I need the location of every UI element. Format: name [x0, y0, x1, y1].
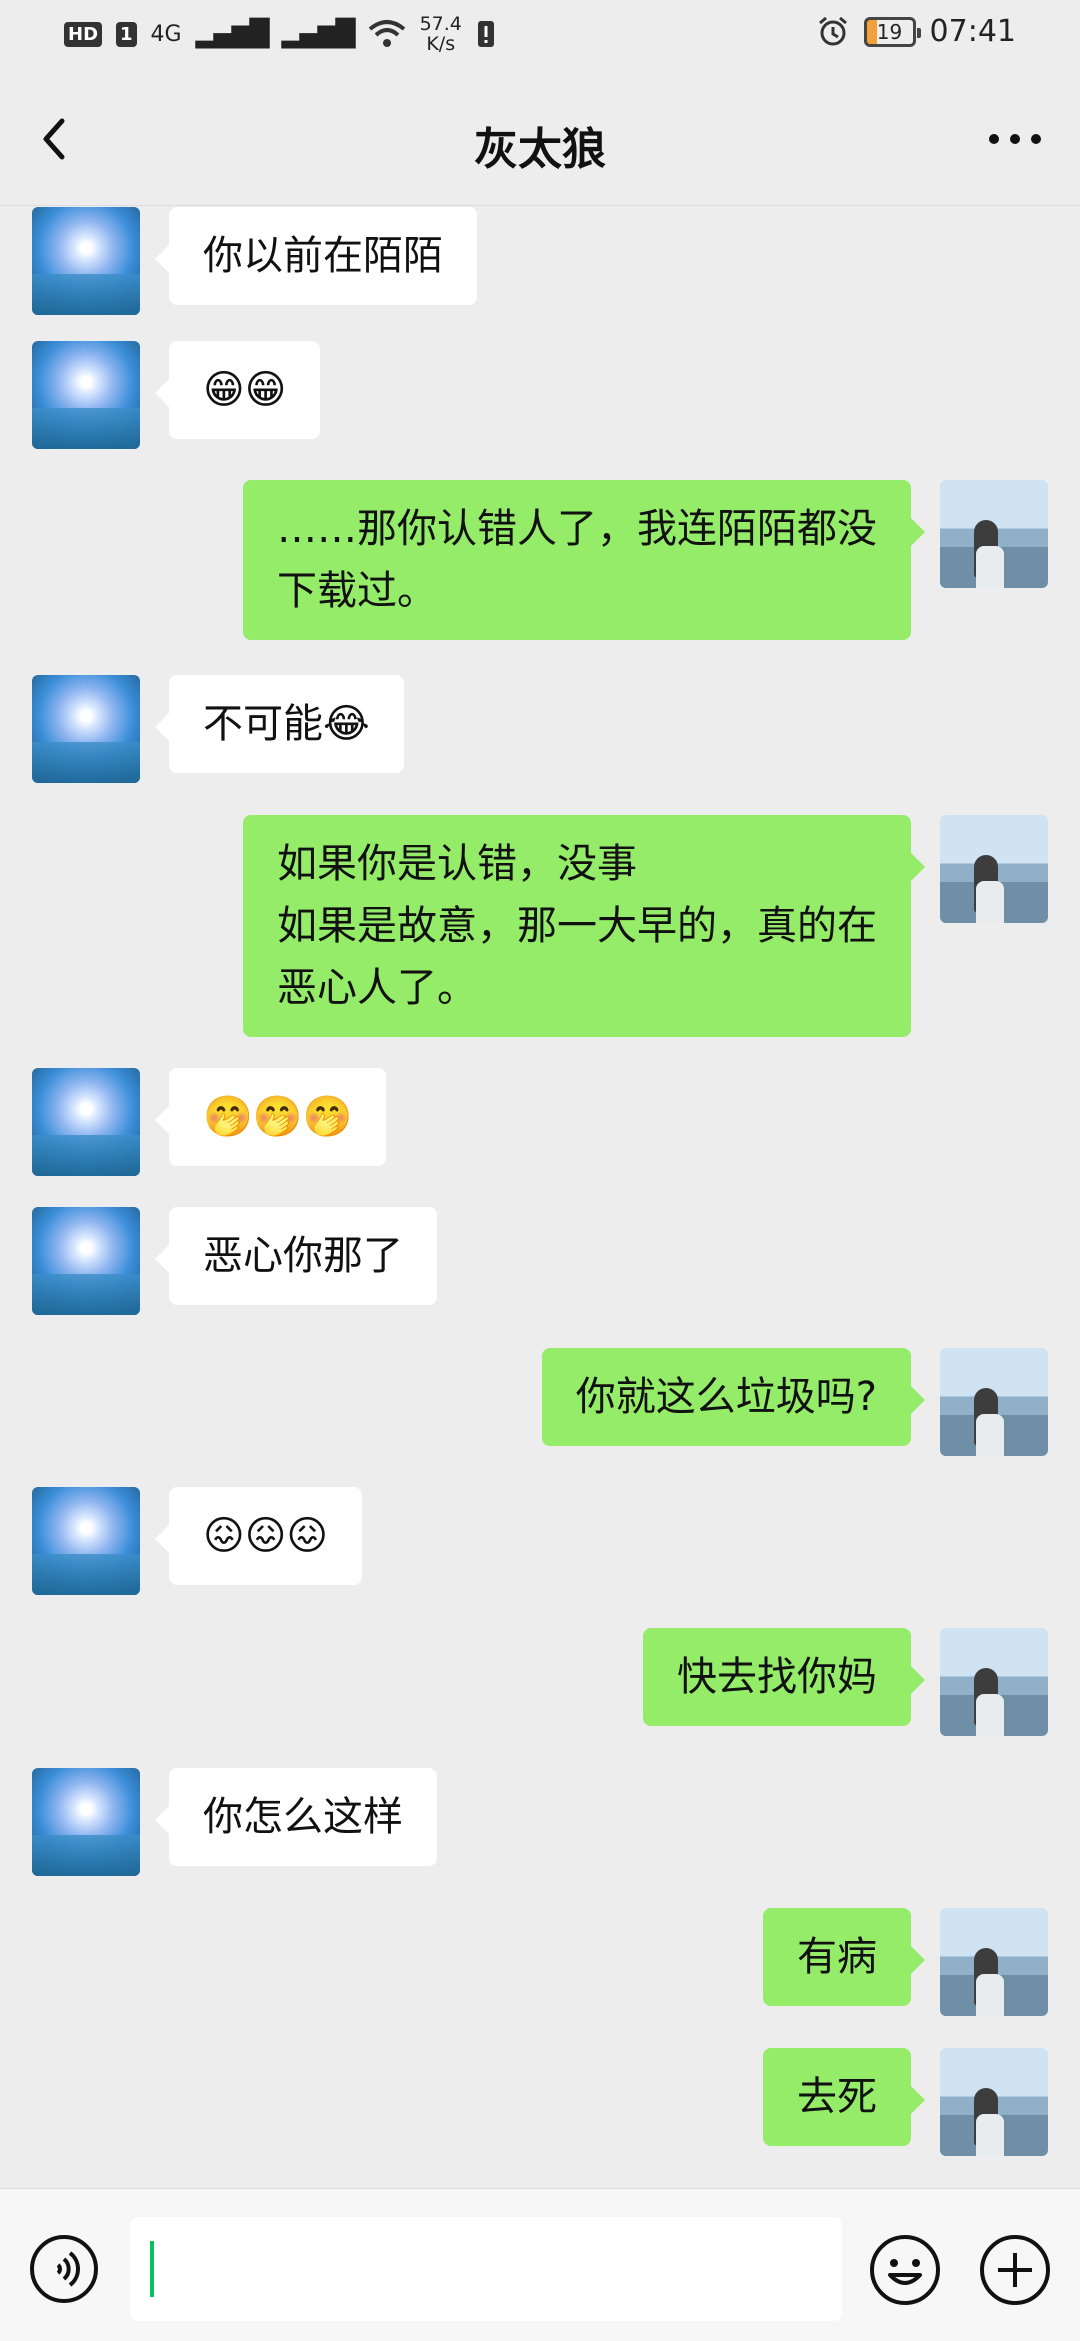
alert-icon — [477, 21, 494, 47]
received-message[interactable]: 🤭🤭🤭 — [154, 1068, 387, 1166]
my-avatar[interactable] — [940, 1628, 1048, 1736]
my-avatar[interactable] — [940, 480, 1048, 588]
more-functions-plus-icon[interactable] — [978, 2233, 1052, 2307]
my-avatar[interactable] — [940, 2048, 1048, 2156]
alarm-icon — [818, 16, 847, 45]
signal-icon: ▂▄▆█ — [195, 19, 270, 49]
text-cursor — [150, 2241, 154, 2297]
voice-input-icon[interactable] — [28, 2233, 100, 2305]
status-left: HD 1 4G ▂▄▆█ ▂▄▆█ 57.4 K/s — [64, 14, 496, 54]
sent-message[interactable]: 你就这么垃圾吗? — [541, 1348, 926, 1446]
clock: 07:41 — [929, 14, 1016, 49]
received-message[interactable]: 你怎么这样 — [155, 1768, 437, 1866]
contact-avatar[interactable] — [32, 1068, 140, 1176]
more-options-icon[interactable] — [980, 109, 1050, 169]
sent-message[interactable]: 如果你是认错，没事 如果是故意，那一大早的，真的在 恶心人了。 — [243, 815, 925, 1037]
sent-message[interactable]: 快去找你妈 — [643, 1628, 925, 1726]
hd-badge: HD — [64, 21, 103, 47]
chat-title: 灰太狼 — [474, 124, 606, 175]
sent-message[interactable]: ……那你认错人了，我连陌陌都没 下载过。 — [243, 480, 925, 640]
received-message[interactable]: 😖😖😖 — [154, 1487, 363, 1585]
status-bar: HD 1 4G ▂▄▆█ ▂▄▆█ 57.4 K/s 19 07:41 — [0, 0, 1080, 75]
contact-avatar[interactable] — [32, 1768, 140, 1876]
net-speed: 57.4 K/s — [419, 13, 462, 55]
wifi-icon — [368, 20, 405, 47]
battery-icon: 19 — [863, 16, 921, 47]
received-message[interactable]: 恶心你那了 — [155, 1207, 437, 1305]
status-right: 19 07:41 — [816, 14, 1016, 49]
battery-level: 19 — [876, 19, 903, 44]
my-avatar[interactable] — [940, 1348, 1048, 1456]
emoji-icon[interactable] — [868, 2233, 942, 2307]
received-message[interactable]: 不可能😂 — [155, 675, 404, 773]
my-avatar[interactable] — [940, 815, 1048, 923]
contact-avatar[interactable] — [32, 1487, 140, 1595]
sent-message[interactable]: 有病 — [763, 1908, 925, 2006]
contact-avatar[interactable] — [32, 1207, 140, 1315]
contact-avatar[interactable] — [32, 207, 140, 315]
message-list[interactable]: 你以前在陌陌 😁😁 ……那你认错人了，我连陌陌都没 下载过。 不可能😂 如果你是… — [0, 205, 1080, 2305]
chat-header: 灰太狼 — [0, 75, 1080, 206]
network-type: 4G — [150, 21, 182, 47]
my-avatar[interactable] — [940, 1908, 1048, 2016]
signal-icon-2: ▂▄▆█ — [281, 19, 356, 49]
input-bar — [0, 2188, 1080, 2341]
received-message[interactable]: 😁😁 — [154, 341, 321, 439]
sent-message[interactable]: 去死 — [763, 2048, 925, 2146]
received-message[interactable]: 你以前在陌陌 — [155, 207, 477, 305]
contact-avatar[interactable] — [32, 675, 140, 783]
sim-badge: 1 — [116, 21, 137, 47]
message-input[interactable] — [130, 2217, 842, 2321]
contact-avatar[interactable] — [32, 341, 140, 449]
